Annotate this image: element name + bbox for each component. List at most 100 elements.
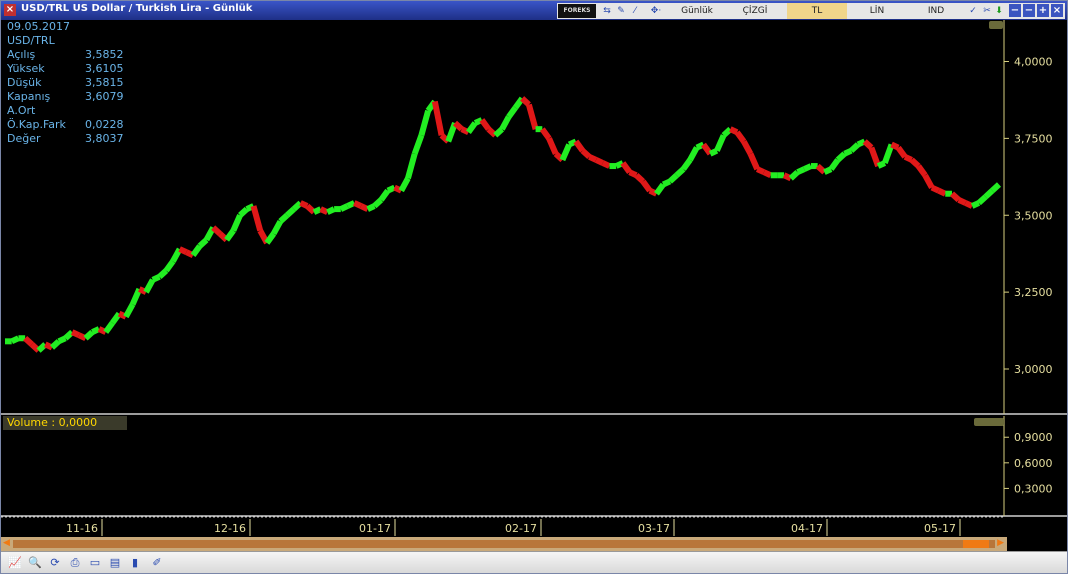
price-segment: [915, 164, 928, 178]
price-segment: [828, 158, 841, 171]
price-segment: [163, 259, 176, 273]
price-segment: [378, 188, 391, 202]
price-segment: [110, 311, 122, 325]
price-segment: [151, 274, 161, 283]
price-segment: [352, 200, 363, 209]
price-segment: [372, 197, 384, 209]
restore-button[interactable]: −: [1023, 4, 1035, 17]
price-segment: [57, 335, 67, 345]
price-segment: [405, 152, 418, 180]
info-label-open: Açılış: [7, 48, 36, 61]
price-segment: [601, 160, 611, 169]
price-segment: [398, 176, 411, 193]
price-segment: [843, 147, 853, 157]
price-panel-handle: [989, 21, 1003, 29]
scroll-thumb[interactable]: [963, 540, 989, 548]
price-segment: [291, 200, 303, 212]
foreks-logo: FOREKS: [558, 4, 596, 18]
price-segment: [411, 134, 425, 155]
price-segment: [922, 173, 935, 190]
scroll-left-icon[interactable]: ◀: [3, 538, 10, 548]
price-segment: [628, 169, 638, 179]
price-segment: [326, 206, 336, 215]
bottom-toolbar: 📈 🔍 ⟳ ⎙ ▭ ▤ ▮ ✐: [1, 551, 1067, 573]
link-icon[interactable]: ⇆: [601, 5, 613, 17]
currency-selector[interactable]: TL: [787, 3, 847, 19]
scroll-right-icon[interactable]: ▶: [997, 538, 1004, 548]
scale-selector[interactable]: LİN: [847, 3, 907, 19]
save-icon[interactable]: ▭: [87, 555, 103, 571]
price-segment: [479, 118, 491, 131]
print-icon[interactable]: ⎙: [67, 555, 83, 571]
price-segment: [903, 154, 913, 163]
price-segment: [930, 184, 940, 194]
info-label-close: Kapanış: [7, 90, 51, 103]
chart-area[interactable]: 4,0000 3,7500 3,5000 3,2500 3,0000 0,9000 0,60…: [1, 20, 1067, 537]
pin-icon[interactable]: ✓: [967, 5, 979, 17]
price-segment: [49, 339, 61, 350]
price-segment: [741, 140, 754, 156]
chart-icon[interactable]: 📈: [7, 555, 23, 571]
info-value-high: 3,6105: [85, 62, 124, 75]
price-segment: [339, 203, 349, 212]
refresh-icon[interactable]: ⟳: [47, 555, 63, 571]
database-icon[interactable]: ▮: [127, 555, 143, 571]
zoom-icon[interactable]: 🔍: [27, 555, 43, 571]
crosshair-icon[interactable]: ✥·: [645, 5, 667, 17]
price-segment: [762, 169, 772, 179]
price-segment: [197, 237, 209, 249]
price-segment: [546, 137, 559, 155]
price-axis-label: 3,2500: [1014, 286, 1053, 299]
close-button[interactable]: ×: [1051, 4, 1063, 17]
info-value-low: 3,5815: [85, 76, 124, 89]
price-segment: [70, 329, 81, 338]
date-axis-label: 12-16: [214, 522, 246, 535]
draw-tool-icon[interactable]: ✐: [149, 555, 165, 571]
price-axis-label: 3,7500: [1014, 132, 1053, 145]
volume-axis-label: 0,3000: [1014, 482, 1053, 495]
info-symbol: USD/TRL: [7, 34, 55, 47]
scroll-track[interactable]: [13, 540, 995, 548]
price-segment: [278, 213, 290, 224]
price-segment: [957, 197, 967, 206]
price-segment: [123, 302, 136, 319]
price-segment: [36, 342, 48, 353]
minimize-button[interactable]: −: [1009, 4, 1021, 17]
chart-window: × USD/TRL US Dollar / Turkish Lira - Gün…: [0, 0, 1068, 574]
maximize-button[interactable]: +: [1037, 4, 1049, 17]
indicator-selector[interactable]: IND: [907, 3, 965, 19]
price-segment: [170, 247, 183, 263]
time-scrollbar[interactable]: ◀ ▶: [1, 537, 1007, 551]
price-segment: [431, 100, 445, 136]
price-segment: [573, 139, 586, 153]
price-segment: [23, 336, 34, 347]
price-segment: [539, 127, 552, 141]
price-segment: [714, 134, 727, 152]
close-icon[interactable]: ×: [4, 4, 16, 16]
period-selector[interactable]: Günlük: [669, 3, 725, 19]
price-segment: [667, 173, 679, 184]
chart-style-selector[interactable]: ÇİZGİ: [727, 3, 783, 19]
price-segment: [990, 182, 1002, 193]
price-segment: [674, 166, 686, 178]
price-segment: [271, 219, 283, 236]
draw-icon[interactable]: ⁄: [629, 5, 641, 17]
price-segment: [559, 143, 572, 162]
price-segment: [499, 115, 512, 131]
settings-icon[interactable]: ✎: [615, 5, 627, 17]
price-segment: [680, 158, 693, 171]
date-axis-label: 03-17: [638, 522, 670, 535]
tools-icon[interactable]: ✂: [981, 5, 993, 17]
price-segment: [10, 335, 20, 345]
price-segment: [143, 278, 156, 294]
price-segment: [366, 203, 376, 212]
download-icon[interactable]: ⬇: [993, 5, 1005, 17]
info-value-prevdiff: 0,0228: [85, 118, 124, 131]
price-segment: [465, 121, 478, 134]
title-bar[interactable]: × USD/TRL US Dollar / Turkish Lira - Gün…: [1, 1, 1067, 20]
price-segment: [525, 103, 539, 130]
price-segment: [755, 166, 766, 175]
price-axis-label: 3,0000: [1014, 363, 1053, 376]
price-segment: [520, 96, 531, 107]
document-icon[interactable]: ▤: [107, 555, 123, 571]
